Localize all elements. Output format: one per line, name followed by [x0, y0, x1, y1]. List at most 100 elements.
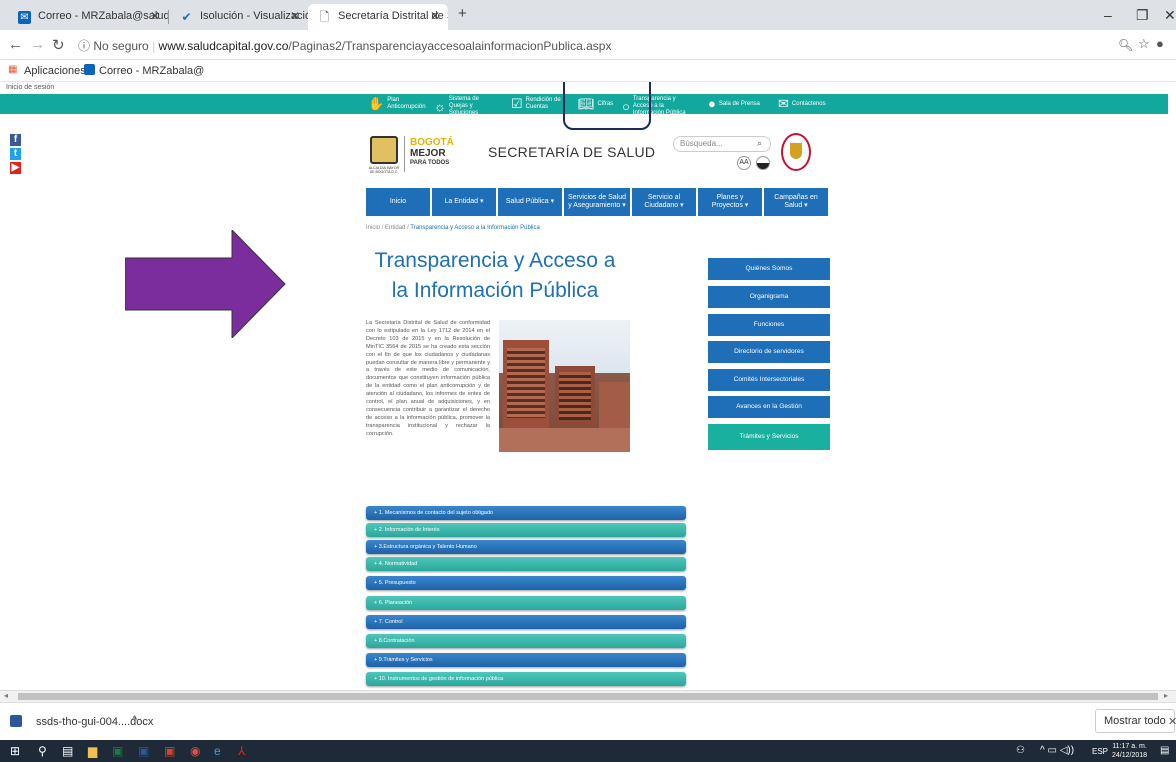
breadcrumb-home[interactable]: Inicio — [366, 225, 380, 231]
task-view-icon[interactable]: ▤ — [62, 744, 73, 758]
close-icon[interactable]: ✕ — [430, 9, 440, 23]
site-title: SECRETARÍA DE SALUD — [488, 144, 656, 160]
top-link-contactenos[interactable]: ✉ Contáctenos — [778, 96, 826, 113]
profile-icon[interactable]: ● — [1156, 36, 1164, 51]
quienes-somos-button[interactable]: Quiénes Somos — [708, 258, 830, 280]
avances-gestion-button[interactable]: Avances en la Gestión — [708, 396, 830, 418]
close-window-button[interactable]: ✕ — [1164, 7, 1176, 24]
logo-sub: ALCALDÍA MAYOR DE BOGOTÁ D.C. — [368, 166, 400, 174]
search-icon[interactable]: ⚲ — [38, 744, 47, 758]
show-all-button[interactable]: Mostrar todo — [1095, 709, 1175, 733]
powerpoint-icon[interactable]: ▣ — [164, 744, 175, 758]
comites-intersectoriales-button[interactable]: Comités Intersectoriales — [708, 369, 830, 391]
site-search-input[interactable]: Búsqueda... ⌕ — [673, 136, 771, 152]
accordion-item-3[interactable]: + 3.Estructura orgánica y Talento Humano — [366, 540, 686, 554]
info-icon: ⓘ — [78, 39, 91, 53]
url-path: /Paginas2/Transparenciayaccesoalainforma… — [288, 39, 612, 53]
top-link-plan-anticorrupcion[interactable]: ✋ Plan Anticorrupción — [368, 96, 427, 113]
accordion-item-5[interactable]: + 5. Presupuesto — [366, 576, 686, 590]
breadcrumb-entidad[interactable]: Entidad — [385, 225, 405, 231]
tab-correo[interactable]: ✉ Correo - MRZabala@saludcapita ✕ — [8, 4, 168, 30]
close-download-bar-button[interactable]: ✕ — [1168, 715, 1176, 728]
people-icon[interactable]: ⚇ — [1016, 745, 1025, 756]
restore-button[interactable]: ❐ — [1136, 7, 1149, 24]
accordion-item-2[interactable]: + 2. Información de Interés — [366, 523, 686, 537]
nav-campanas[interactable]: Campañas en Salud ▾ — [764, 188, 828, 216]
language-indicator[interactable]: ESP — [1092, 747, 1108, 756]
nav-planes-proyectos[interactable]: Planes y Proyectos ▾ — [698, 188, 762, 216]
accordion-item-7[interactable]: + 7. Control — [366, 615, 686, 629]
system-tray-icons[interactable]: ^ ▭ ◁)) — [1040, 745, 1074, 756]
word-icon[interactable]: ▣ — [138, 744, 149, 758]
minimize-button[interactable]: – — [1104, 7, 1112, 23]
breadcrumb: Inicio / Entidad / Transparencia y Acces… — [366, 225, 540, 231]
breadcrumb-current: Transparencia y Acceso a la Información … — [410, 225, 540, 231]
accordion-item-1[interactable]: + 1. Mecanismos de contacto del sujeto o… — [366, 506, 686, 520]
excel-icon[interactable]: ▣ — [112, 744, 123, 758]
download-bar: ssds-tho-gui-004....docx ^ Mostrar todo … — [0, 702, 1176, 740]
facebook-icon[interactable]: f — [10, 134, 21, 146]
accordion-item-6[interactable]: + 6. Planeación — [366, 596, 686, 610]
nav-inicio[interactable]: Inicio — [366, 188, 430, 216]
zoom-icon[interactable]: 🔍︎ — [1118, 38, 1133, 52]
windows-start-icon[interactable]: ⊞ — [10, 744, 20, 758]
page-icon: 🗋 — [319, 10, 330, 24]
highlight-box — [563, 82, 651, 130]
logo-line2: MEJOR — [410, 148, 446, 159]
scroll-left-icon[interactable]: ◂ — [4, 691, 8, 700]
funciones-button[interactable]: Funciones — [708, 314, 830, 336]
shield-icon — [781, 133, 811, 171]
tab-secretaria[interactable]: 🗋 Secretaría Distrital de Salud de B ✕ — [308, 4, 448, 30]
building-photo — [499, 320, 630, 452]
chrome-icon[interactable]: ◉ — [190, 744, 200, 758]
close-icon[interactable]: ✕ — [290, 9, 300, 23]
top-link-quejas[interactable]: ☼ Sistema de Quejas y Soluciones — [434, 96, 493, 116]
chevron-up-icon[interactable]: ^ — [132, 714, 137, 726]
nav-servicios-salud[interactable]: Servicios de Salud y Aseguramiento ▾ — [564, 188, 630, 216]
accordion-item-10[interactable]: + 10. Instrumentos de gestión de informa… — [366, 672, 686, 686]
scrollbar-thumb[interactable] — [18, 693, 1158, 700]
tab-separator — [168, 10, 169, 24]
logo-line3: PARA TODOS — [410, 160, 450, 166]
accordion-item-4[interactable]: + 4. Normatividad — [366, 557, 686, 571]
notifications-icon[interactable]: ▤ — [1160, 745, 1169, 756]
contrast-button[interactable] — [756, 156, 770, 170]
annotation-arrow — [125, 230, 286, 338]
browser-toolbar: ← → ↻ ⓘ No seguro | www.saludcapital.gov… — [0, 30, 1176, 60]
speech-icon: ● — [708, 96, 716, 111]
close-icon[interactable]: ✕ — [150, 9, 160, 23]
top-link-rendicion[interactable]: ☑ Rendición de Cuentas — [511, 96, 562, 113]
bogota-logo[interactable]: ALCALDÍA MAYOR DE BOGOTÁ D.C. BOGOTÁ MEJ… — [369, 136, 470, 178]
reload-button[interactable]: ↻ — [52, 36, 65, 54]
back-button[interactable]: ← — [8, 36, 23, 53]
twitter-icon[interactable]: t — [10, 148, 21, 160]
accordion-item-9[interactable]: + 9.Trámites y Servicios — [366, 653, 686, 667]
youtube-icon[interactable]: ▶ — [10, 162, 21, 174]
url-host: www.saludcapital.gov.co — [158, 39, 289, 53]
directorio-servidores-button[interactable]: Directorio de servidores — [708, 341, 830, 363]
login-link[interactable]: Inicio de sesión — [6, 84, 54, 91]
tab-isolucion[interactable]: ✔ Isolución - Visualización Docum ✕ — [170, 4, 308, 30]
star-icon[interactable]: ☆ — [1138, 36, 1150, 52]
new-tab-button[interactable]: + — [458, 5, 467, 22]
forward-button[interactable]: → — [30, 36, 45, 53]
address-bar[interactable]: ⓘ No seguro | www.saludcapital.gov.co/Pa… — [78, 37, 611, 54]
search-icon[interactable]: ⌕ — [757, 138, 762, 149]
accordion-item-8[interactable]: + 8.Contratación — [366, 634, 686, 648]
top-link-sala-prensa[interactable]: ● Sala de Prensa — [708, 96, 760, 113]
nav-salud-publica[interactable]: Salud Pública ▾ — [498, 188, 562, 216]
horizontal-scrollbar[interactable]: ◂ ▸ — [0, 690, 1176, 702]
acrobat-icon[interactable]: ⅄ — [238, 744, 245, 758]
tramites-servicios-button[interactable]: Trámites y Servicios — [708, 424, 830, 450]
file-explorer-icon[interactable]: ▆ — [88, 744, 97, 758]
word-doc-icon — [10, 715, 22, 727]
bookmark-correo[interactable]: Correo - MRZabala@ — [99, 65, 204, 77]
clock[interactable]: 11:17 a. m. 24/12/2018 — [1112, 742, 1147, 760]
scroll-right-icon[interactable]: ▸ — [1164, 691, 1168, 700]
font-size-button[interactable]: AA — [737, 156, 751, 170]
organigrama-button[interactable]: Organigrama — [708, 286, 830, 308]
nav-la-entidad[interactable]: La Entidad ▾ — [432, 188, 496, 216]
nav-servicio-ciudadano[interactable]: Servicio al Ciudadano ▾ — [632, 188, 696, 216]
internet-explorer-icon[interactable]: e — [214, 744, 221, 758]
bookmark-apps[interactable]: Aplicaciones — [24, 65, 86, 77]
